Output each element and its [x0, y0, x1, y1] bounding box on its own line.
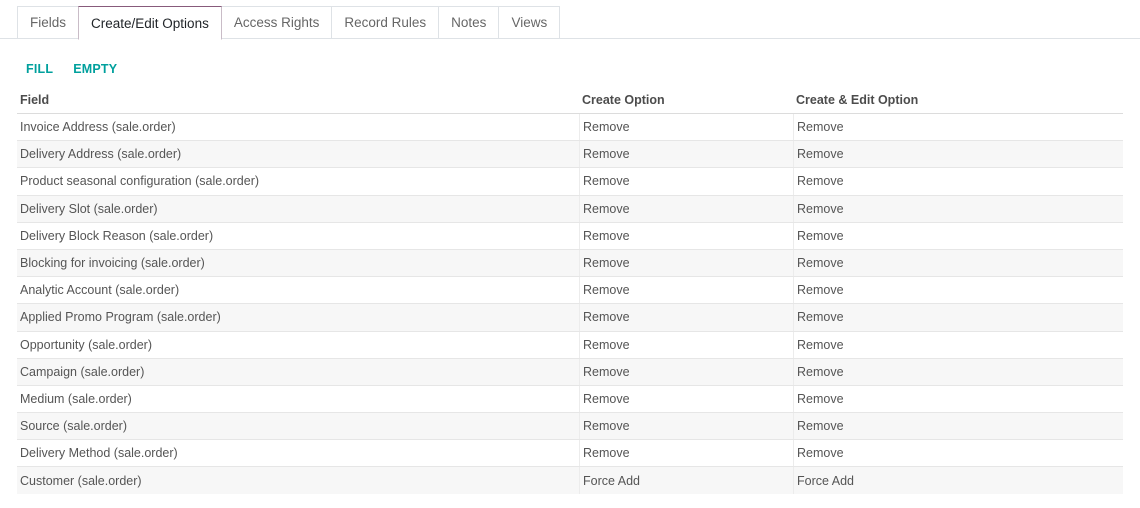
field-cell: Campaign (sale.order) — [20, 364, 145, 379]
table-row[interactable]: Invoice Address (sale.order) Remove Remove — [17, 113, 1123, 141]
table-row[interactable]: Applied Promo Program (sale.order) Remove… — [17, 303, 1123, 331]
column-header-create-edit-option[interactable]: Create & Edit Option — [793, 93, 1123, 107]
options-actions: FILL EMPTY — [26, 62, 137, 76]
create-option-cell[interactable]: Remove — [579, 114, 793, 141]
field-cell: Delivery Slot (sale.order) — [20, 201, 158, 216]
tab-create-edit-options[interactable]: Create/Edit Options — [78, 6, 222, 40]
table-row[interactable]: Source (sale.order) Remove Remove — [17, 412, 1123, 440]
create-edit-option-cell[interactable]: Remove — [793, 168, 1123, 195]
create-option-cell[interactable]: Remove — [579, 222, 793, 249]
create-edit-option-cell[interactable]: Remove — [793, 440, 1123, 467]
column-header-field[interactable]: Field — [17, 93, 579, 107]
tab-list: Fields Create/Edit Options Access Rights Re… — [17, 6, 561, 40]
field-cell: Medium (sale.order) — [20, 391, 132, 406]
table-row[interactable]: Opportunity (sale.order) Remove Remove — [17, 330, 1123, 358]
field-cell: Delivery Address (sale.order) — [20, 147, 182, 162]
create-option-cell[interactable]: Remove — [579, 358, 793, 385]
create-option-cell[interactable]: Remove — [579, 304, 793, 331]
create-option-cell[interactable]: Remove — [579, 141, 793, 168]
field-cell: Analytic Account (sale.order) — [20, 283, 180, 298]
create-option-cell[interactable]: Remove — [579, 385, 793, 413]
table-row[interactable]: Delivery Address (sale.order) Remove Remov… — [17, 140, 1123, 168]
field-cell: Applied Promo Program (sale.order) — [20, 310, 221, 325]
create-edit-option-cell[interactable]: Remove — [793, 413, 1123, 440]
create-option-cell[interactable]: Remove — [579, 168, 793, 195]
field-cell: Delivery Block Reason (sale.order) — [20, 228, 214, 243]
create-option-cell[interactable]: Remove — [579, 195, 793, 222]
field-cell: Source (sale.order) — [20, 419, 127, 434]
create-edit-option-cell[interactable]: Remove — [793, 222, 1123, 249]
table-header: Field Create Option Create & Edit Option — [17, 86, 1123, 113]
field-cell: Delivery Method (sale.order) — [20, 446, 178, 461]
create-edit-option-cell[interactable]: Remove — [793, 331, 1123, 358]
create-edit-option-cell[interactable]: Remove — [793, 114, 1123, 141]
create-option-cell[interactable]: Force Add — [579, 467, 793, 494]
create-edit-options-page: Fields Create/Edit Options Access Rights Re… — [0, 0, 1140, 508]
create-edit-option-cell[interactable]: Remove — [793, 385, 1123, 413]
create-edit-option-cell[interactable]: Force Add — [793, 467, 1123, 494]
tab-notes[interactable]: Notes — [438, 6, 500, 39]
table-row[interactable]: Delivery Method (sale.order) Remove Remove — [17, 439, 1123, 467]
tab-access-rights[interactable]: Access Rights — [220, 6, 333, 39]
tab-fields[interactable]: Fields — [17, 6, 80, 39]
create-edit-option-cell[interactable]: Remove — [793, 304, 1123, 331]
table-row[interactable]: Analytic Account (sale.order) Remove Remov… — [17, 276, 1123, 304]
field-cell: Opportunity (sale.order) — [20, 337, 153, 352]
options-table: Field Create Option Create & Edit Option… — [17, 86, 1123, 494]
create-edit-option-cell[interactable]: Remove — [793, 141, 1123, 168]
tab-record-rules[interactable]: Record Rules — [331, 6, 440, 39]
create-edit-option-cell[interactable]: Remove — [793, 249, 1123, 277]
create-edit-option-cell[interactable]: Remove — [793, 195, 1123, 222]
create-option-cell[interactable]: Remove — [579, 331, 793, 358]
table-row[interactable]: Delivery Slot (sale.order) Remove Remove — [17, 194, 1123, 222]
create-option-cell[interactable]: Remove — [579, 249, 793, 277]
table-row[interactable]: Blocking for invoicing (sale.order) Remov… — [17, 248, 1123, 277]
empty-button[interactable]: EMPTY — [73, 62, 117, 76]
create-option-cell[interactable]: Remove — [579, 277, 793, 304]
field-cell: Product seasonal configuration (sale.ord… — [20, 174, 260, 189]
table-row[interactable]: Delivery Block Reason (sale.order) Remove… — [17, 221, 1123, 249]
table-row[interactable]: Customer (sale.order) Force Add Force Add — [17, 466, 1123, 494]
field-cell: Customer (sale.order) — [20, 473, 142, 488]
field-cell: Invoice Address (sale.order) — [20, 120, 176, 135]
table-row[interactable]: Product seasonal configuration (sale.ord… — [17, 167, 1123, 195]
create-edit-option-cell[interactable]: Remove — [793, 358, 1123, 385]
table-body: Invoice Address (sale.order) Remove Remove… — [17, 113, 1123, 494]
tab-views[interactable]: Views — [498, 6, 561, 39]
create-option-cell[interactable]: Remove — [579, 440, 793, 467]
column-header-create-option[interactable]: Create Option — [579, 93, 793, 107]
notebook-tabs: Fields Create/Edit Options Access Rights Re… — [0, 0, 1140, 40]
table-row[interactable]: Campaign (sale.order) Remove Remove — [17, 357, 1123, 385]
create-option-cell[interactable]: Remove — [579, 413, 793, 440]
fill-button[interactable]: FILL — [26, 62, 53, 76]
field-cell: Blocking for invoicing (sale.order) — [20, 256, 205, 271]
create-edit-option-cell[interactable]: Remove — [793, 277, 1123, 304]
table-row[interactable]: Medium (sale.order) Remove Remove — [17, 384, 1123, 413]
